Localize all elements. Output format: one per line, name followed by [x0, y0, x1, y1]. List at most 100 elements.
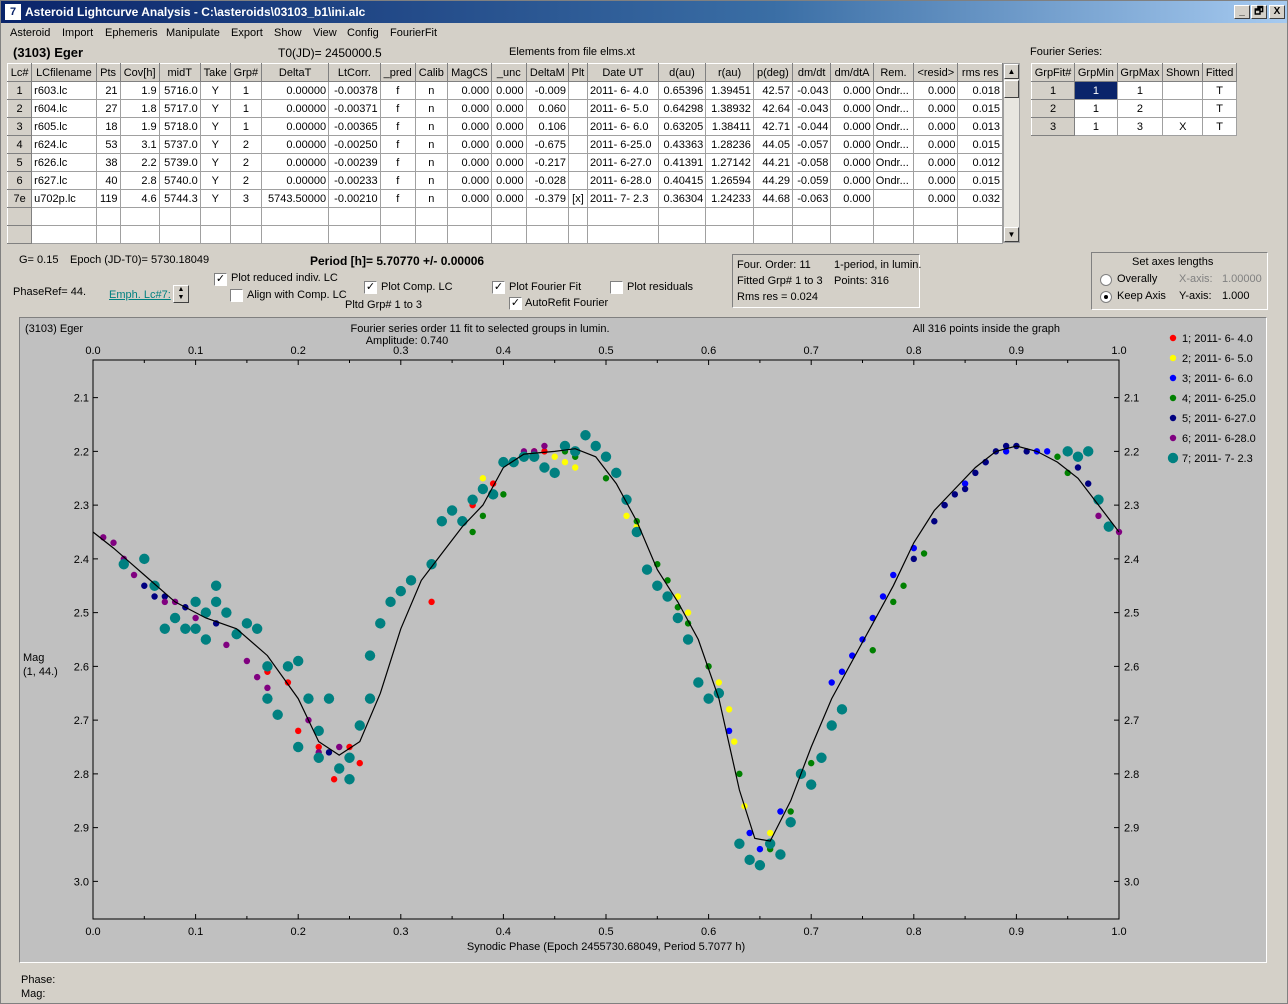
- table-cell[interactable]: 0.000: [830, 153, 874, 172]
- table-cell[interactable]: 0.40415: [657, 171, 707, 190]
- table-cell[interactable]: f: [379, 99, 416, 118]
- table-cell[interactable]: 44.68: [752, 189, 793, 208]
- plot-reduced-checkbox[interactable]: ✓: [214, 273, 227, 286]
- table-cell[interactable]: [95, 225, 121, 244]
- table-cell[interactable]: -0.028: [525, 171, 569, 190]
- table-row[interactable]: 4 r624.lc 53 3.1 5737.0 Y 2 0.00000 -0.00250 f n 0.…: [6, 135, 1003, 154]
- table-cell[interactable]: [229, 225, 263, 244]
- table-cell[interactable]: Y: [199, 171, 231, 190]
- table-cell[interactable]: -0.043: [791, 81, 832, 100]
- table-cell[interactable]: 40: [95, 171, 121, 190]
- table-cell[interactable]: -0.00233: [328, 171, 381, 190]
- table-cell[interactable]: [791, 207, 832, 226]
- table-cell[interactable]: 7e: [6, 189, 33, 208]
- fs-cell[interactable]: T: [1202, 99, 1237, 118]
- col-header[interactable]: Take: [199, 63, 231, 82]
- table-cell[interactable]: [414, 225, 448, 244]
- table-cell[interactable]: [957, 225, 1003, 244]
- scroll-up-icon[interactable]: ▲: [1004, 64, 1019, 79]
- col-header[interactable]: Rem.: [872, 63, 915, 82]
- table-cell[interactable]: 18: [95, 117, 121, 136]
- col-header[interactable]: _unc: [491, 63, 527, 82]
- scroll-thumb[interactable]: [1004, 80, 1019, 98]
- table-cell[interactable]: 1.9: [119, 117, 160, 136]
- close-button[interactable]: X: [1269, 5, 1285, 19]
- table-cell[interactable]: [31, 225, 97, 244]
- table-cell[interactable]: [414, 207, 448, 226]
- fs-col-header[interactable]: Shown: [1162, 63, 1204, 82]
- table-cell[interactable]: r604.lc: [31, 99, 97, 118]
- table-cell[interactable]: 3: [6, 117, 33, 136]
- table-cell[interactable]: Ondr...: [872, 99, 915, 118]
- col-header[interactable]: DeltaT: [261, 63, 330, 82]
- table-cell[interactable]: 27: [95, 99, 121, 118]
- table-cell[interactable]: Ondr...: [872, 153, 915, 172]
- table-cell[interactable]: 0.000: [491, 153, 527, 172]
- table-cell[interactable]: 2011- 6-25.0: [586, 135, 659, 154]
- col-header[interactable]: Lc#: [6, 63, 33, 82]
- menu-view[interactable]: View: [313, 27, 337, 39]
- table-cell[interactable]: 3.1: [119, 135, 160, 154]
- table-cell[interactable]: r603.lc: [31, 81, 97, 100]
- table-cell[interactable]: [229, 207, 263, 226]
- table-cell[interactable]: f: [379, 81, 416, 100]
- table-cell[interactable]: 5740.0: [158, 171, 201, 190]
- keep-axis-radio[interactable]: [1100, 291, 1112, 303]
- table-row[interactable]: 2 r604.lc 27 1.8 5717.0 Y 1 0.00000 -0.00371 f n 0.…: [6, 99, 1003, 118]
- table-cell[interactable]: 0.000: [830, 135, 874, 154]
- table-cell[interactable]: 21: [95, 81, 121, 100]
- table-cell[interactable]: 0.012: [957, 153, 1003, 172]
- table-cell[interactable]: [x]: [567, 189, 588, 208]
- table-cell[interactable]: -0.043: [791, 99, 832, 118]
- table-cell[interactable]: r624.lc: [31, 135, 97, 154]
- fs-cell[interactable]: 1: [1116, 81, 1164, 100]
- table-row[interactable]: 3 r605.lc 18 1.9 5718.0 Y 1 0.00000 -0.00365 f n 0.…: [6, 117, 1003, 136]
- lightcurve-plot-panel[interactable]: (3103) Eger Fourier series order 11 fit t…: [19, 317, 1267, 963]
- table-cell[interactable]: Ondr...: [872, 135, 915, 154]
- fs-cell[interactable]: 1: [1074, 81, 1118, 100]
- table-cell[interactable]: 0.43363: [657, 135, 707, 154]
- table-cell[interactable]: 0.000: [913, 99, 959, 118]
- table-cell[interactable]: 0.000: [830, 117, 874, 136]
- menu-asteroid[interactable]: Asteroid: [10, 27, 50, 39]
- table-cell[interactable]: -0.00378: [328, 81, 381, 100]
- table-cell[interactable]: Ondr...: [872, 117, 915, 136]
- table-cell[interactable]: -0.00365: [328, 117, 381, 136]
- overally-radio[interactable]: [1100, 274, 1112, 286]
- table-cell[interactable]: f: [379, 153, 416, 172]
- table-cell[interactable]: 0.000: [913, 153, 959, 172]
- menu-config[interactable]: Config: [347, 27, 379, 39]
- table-cell[interactable]: r605.lc: [31, 117, 97, 136]
- table-cell[interactable]: 2: [229, 171, 263, 190]
- scroll-down-icon[interactable]: ▼: [1004, 227, 1019, 242]
- table-cell[interactable]: 0.000: [830, 99, 874, 118]
- table-cell[interactable]: 5716.0: [158, 81, 201, 100]
- table-cell[interactable]: 2011- 7- 2.3: [586, 189, 659, 208]
- table-cell[interactable]: -0.044: [791, 117, 832, 136]
- table-cell[interactable]: 1.26594: [705, 171, 754, 190]
- align-comp-checkbox[interactable]: [230, 289, 243, 302]
- table-row[interactable]: 6 r627.lc 40 2.8 5740.0 Y 2 0.00000 -0.00233 f n 0.…: [6, 171, 1003, 190]
- table-cell[interactable]: [586, 207, 659, 226]
- fs-col-header[interactable]: GrpMax: [1116, 63, 1164, 82]
- table-cell[interactable]: 0.41391: [657, 153, 707, 172]
- table-cell[interactable]: 0.000: [913, 135, 959, 154]
- table-cell[interactable]: 0.000: [830, 171, 874, 190]
- table-cell[interactable]: f: [379, 171, 416, 190]
- table-cell[interactable]: [491, 207, 527, 226]
- fs-cell[interactable]: X: [1162, 117, 1204, 136]
- table-cell[interactable]: 0.060: [525, 99, 569, 118]
- table-cell[interactable]: [31, 207, 97, 226]
- table-cell[interactable]: 119: [95, 189, 121, 208]
- menu-ephemeris[interactable]: Ephemeris: [105, 27, 158, 39]
- table-cell[interactable]: n: [414, 99, 448, 118]
- table-cell[interactable]: -0.00210: [328, 189, 381, 208]
- table-cell[interactable]: -0.00250: [328, 135, 381, 154]
- table-cell[interactable]: 0.015: [957, 99, 1003, 118]
- table-cell[interactable]: [913, 207, 959, 226]
- table-cell[interactable]: 1.39451: [705, 81, 754, 100]
- col-header[interactable]: <resid>: [913, 63, 959, 82]
- table-cell[interactable]: 0.000: [446, 135, 493, 154]
- table-cell[interactable]: 2: [229, 135, 263, 154]
- fs-col-header[interactable]: Fitted: [1202, 63, 1237, 82]
